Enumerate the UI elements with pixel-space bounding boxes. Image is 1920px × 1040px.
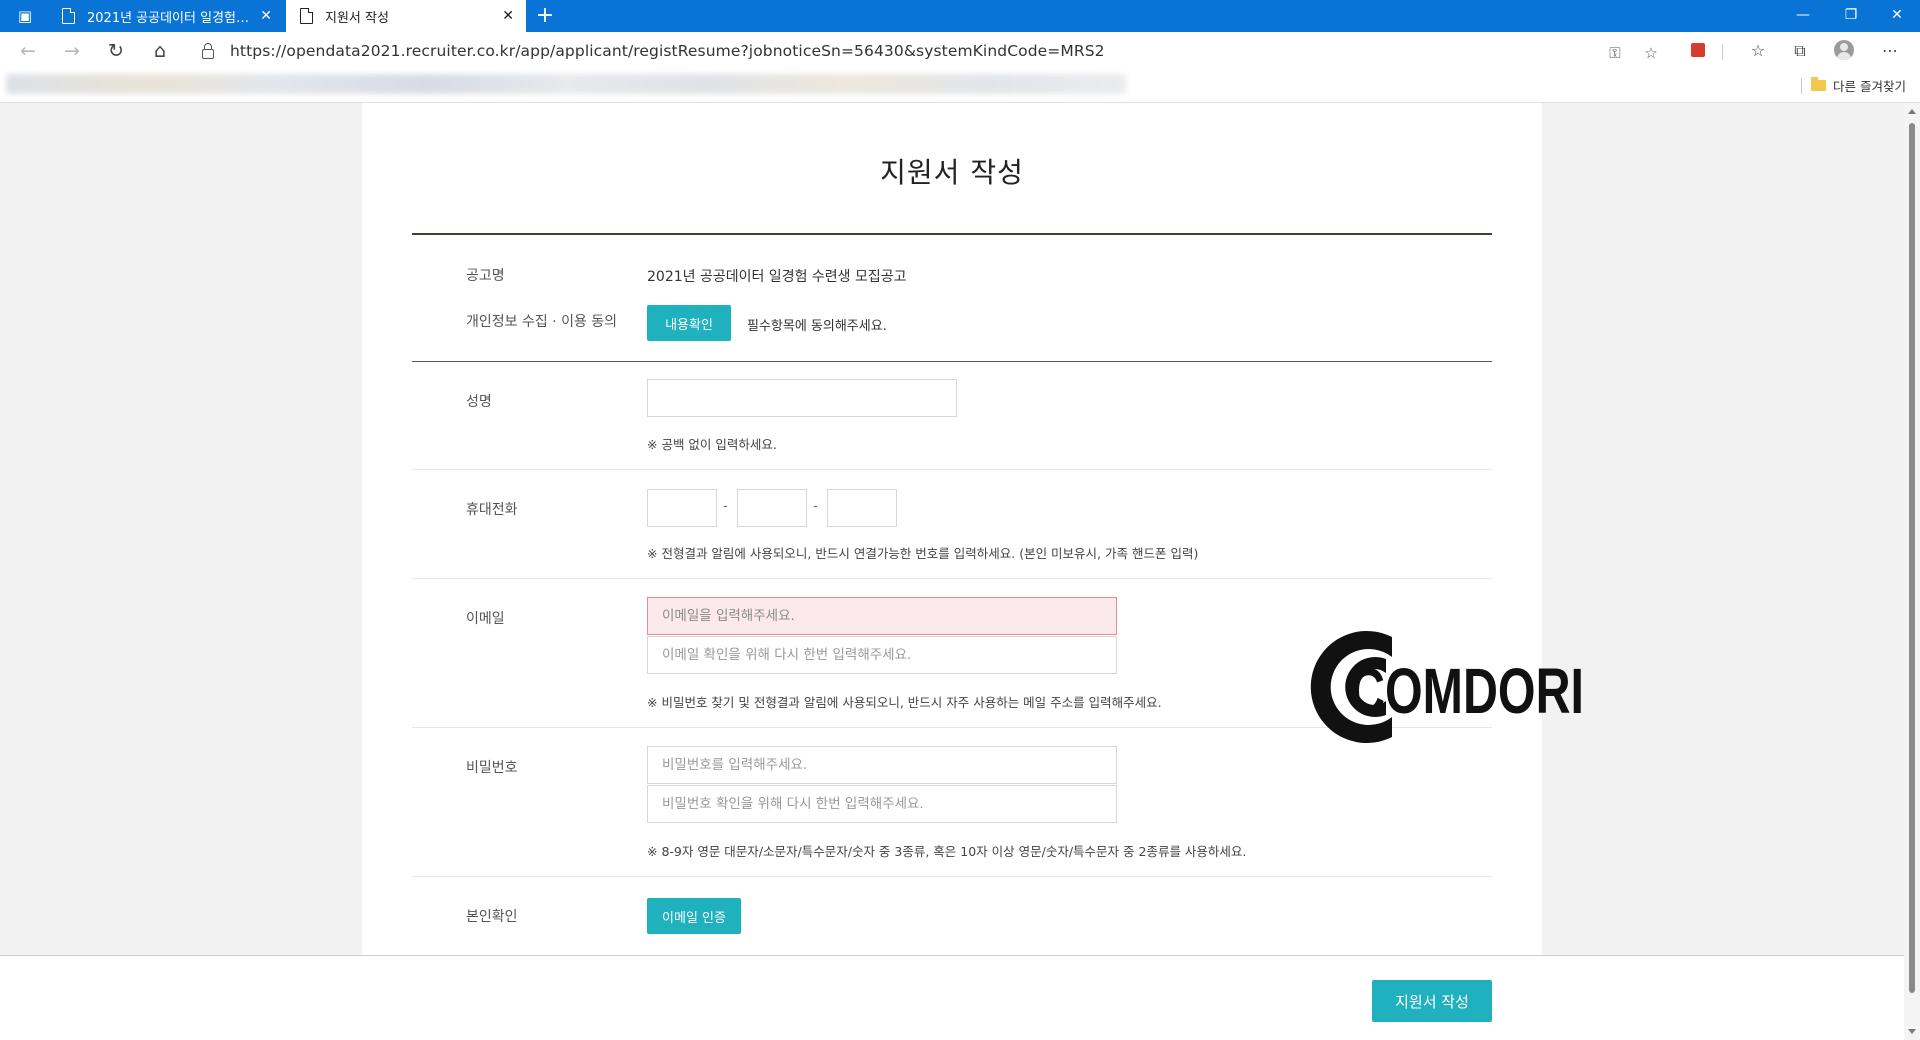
divider [412,876,1492,877]
page-viewport: 지원서 작성 공고명 2021년 공공데이터 일경험 수련생 모집공고 개인정보… [0,103,1904,1040]
close-icon[interactable]: ✕ [502,9,514,23]
browser-tab-bar: ▣ 2021년 공공데이터 일경험 수련 ✕ 지원서 작성 ✕ + — ❐ ✕ [0,0,1920,32]
toolbar-divider [1722,44,1723,60]
close-icon[interactable]: ✕ [260,9,272,23]
name-hint: ※ 공백 없이 입력하세요. [647,437,777,452]
page-title: 지원서 작성 [880,156,1024,189]
add-favorite-icon[interactable]: ☆ [1640,44,1662,62]
page-icon [300,8,313,24]
email-label: 이메일 [466,611,505,627]
browser-tab-resume[interactable]: 지원서 작성 ✕ [286,0,526,32]
browser-tab-notice[interactable]: 2021년 공공데이터 일경험 수련 ✕ [48,0,284,32]
phone-separator: - [723,499,728,514]
url-text: https://opendata2021.recruiter.co.kr/app… [230,42,1105,60]
email-confirm-input[interactable]: 이메일 확인을 위해 다시 한번 입력해주세요. [647,636,1117,674]
scroll-down-icon[interactable] [1908,1029,1916,1034]
privacy-label: 개인정보 수집 · 이용 동의 [466,314,618,330]
divider [412,578,1492,579]
tab-title: 지원서 작성 [325,10,389,26]
verify-label: 본인확인 [466,909,518,925]
resume-form: 지원서 작성 공고명 2021년 공공데이터 일경험 수련생 모집공고 개인정보… [362,103,1542,955]
divider [412,361,1492,362]
phone-hint: ※ 전형결과 알림에 사용되오니, 반드시 연결가능한 번호를 입력하세요. (… [647,546,1199,561]
address-bar[interactable]: https://opendata2021.recruiter.co.kr/app… [186,36,1670,66]
extension-icon[interactable] [1691,43,1705,57]
window-close-button[interactable]: ✕ [1874,0,1920,30]
collections-icon[interactable]: ⧉ [1786,38,1814,64]
tab-title: 2021년 공공데이터 일경험 수련 [87,10,253,26]
key-icon[interactable]: ⚿ [1604,44,1626,62]
notice-label: 공고명 [466,268,505,284]
vertical-scrollbar[interactable] [1904,103,1920,1040]
password-hint: ※ 8-9자 영문 대문자/소문자/특수문자/숫자 중 3종류, 혹은 10자 … [647,844,1247,859]
browser-toolbar: ← → ↻ ⌂ https://opendata2021.recruiter.c… [0,32,1920,70]
new-tab-button[interactable]: + [532,3,558,29]
phone-separator: - [813,499,818,514]
name-label: 성명 [466,394,492,410]
forward-button[interactable]: → [58,38,86,64]
password-input[interactable]: 비밀번호를 입력해주세요. [647,746,1117,784]
privacy-hint: 필수항목에 동의해주세요. [747,319,887,334]
divider [412,233,1492,235]
phone-input-3[interactable] [827,489,897,527]
notice-value: 2021년 공공데이터 일경험 수련생 모집공고 [647,269,907,285]
scroll-thumb[interactable] [1909,123,1915,993]
bottom-action-bar: 지원서 작성 [0,955,1904,1040]
blurred-favorites [6,74,1126,94]
phone-input-1[interactable] [647,489,717,527]
divider [412,469,1492,470]
privacy-view-button[interactable]: 내용확인 [647,305,731,341]
scroll-up-icon[interactable] [1908,109,1916,114]
favorites-divider [1801,78,1802,94]
more-menu-icon[interactable]: ⋯ [1876,38,1904,64]
name-input[interactable] [647,379,957,417]
comdori-watermark-logo: COMDORI [1310,631,1584,743]
favorites-icon[interactable]: ☆ [1744,38,1772,64]
tab-actions-icon[interactable]: ▣ [8,4,42,28]
restore-button[interactable]: ❐ [1828,0,1874,30]
profile-avatar[interactable] [1834,40,1854,60]
page-icon [62,8,75,24]
other-favorites[interactable]: 다른 즐겨찾기 [1811,76,1906,95]
lock-icon [202,43,214,59]
folder-icon [1811,77,1827,91]
submit-resume-button[interactable]: 지원서 작성 [1372,980,1492,1022]
password-label: 비밀번호 [466,760,518,776]
favorites-bar: 다른 즐겨찾기 [0,70,1920,103]
minimize-button[interactable]: — [1780,0,1826,30]
refresh-button[interactable]: ↻ [102,38,130,64]
phone-input-2[interactable] [737,489,807,527]
email-input[interactable]: 이메일을 입력해주세요. [647,597,1117,635]
back-button[interactable]: ← [14,38,42,64]
other-favorites-label: 다른 즐겨찾기 [1833,79,1906,94]
password-confirm-input[interactable]: 비밀번호 확인을 위해 다시 한번 입력해주세요. [647,785,1117,823]
email-verify-button[interactable]: 이메일 인증 [647,898,741,934]
watermark-text: COMDORI [1350,655,1584,727]
home-button[interactable]: ⌂ [146,38,174,64]
email-hint: ※ 비밀번호 찾기 및 전형결과 알림에 사용되오니, 반드시 자주 사용하는 … [647,695,1162,710]
phone-label: 휴대전화 [466,502,518,518]
